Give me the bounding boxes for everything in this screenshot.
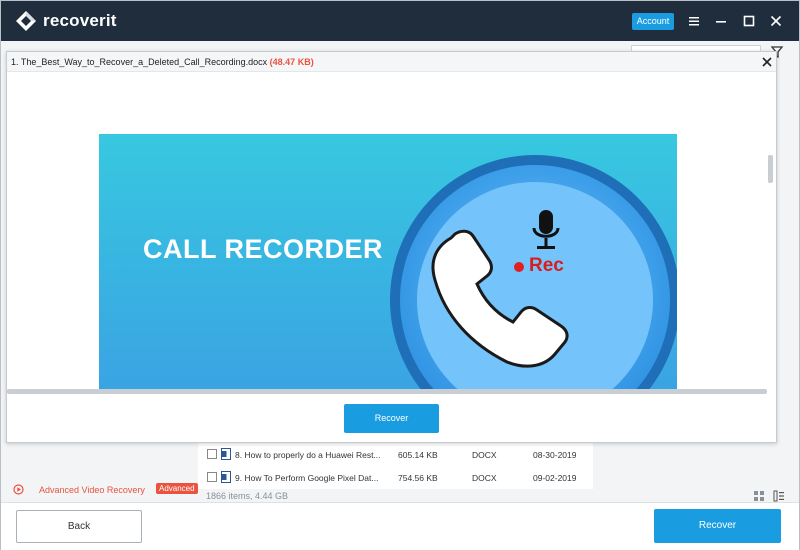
- recover-button[interactable]: Recover: [654, 509, 781, 543]
- back-button[interactable]: Back: [16, 510, 142, 543]
- recoverit-logo-icon: [16, 11, 36, 31]
- file-date: 08-30-2019: [533, 450, 577, 460]
- close-window-icon[interactable]: [767, 12, 785, 30]
- advanced-video-recovery-item[interactable]: Advanced Video Recovery Advanced: [9, 482, 199, 498]
- horizontal-scrollbar[interactable]: [7, 389, 767, 394]
- preview-file-title: 1. The_Best_Way_to_Recover_a_Deleted_Cal…: [11, 57, 314, 67]
- menu-icon[interactable]: [685, 12, 703, 30]
- preview-content[interactable]: CALL RECORDER Rec: [7, 73, 776, 391]
- video-recovery-icon: [13, 484, 24, 495]
- advanced-badge: Advanced: [156, 483, 198, 494]
- preview-file-size: (48.47 KB): [269, 57, 314, 67]
- file-type: DOCX: [472, 473, 497, 483]
- vertical-scrollbar[interactable]: [768, 155, 773, 183]
- preview-recover-button[interactable]: Recover: [344, 404, 439, 433]
- row-checkbox[interactable]: [207, 472, 217, 482]
- call-recorder-image: CALL RECORDER Rec: [99, 134, 677, 391]
- rec-label: Rec: [529, 255, 564, 276]
- docx-file-icon: [221, 471, 231, 483]
- microphone-icon: [532, 210, 560, 249]
- advanced-video-recovery-label: Advanced Video Recovery: [39, 485, 145, 495]
- bottom-bar: Back Recover: [1, 502, 799, 550]
- file-name: 8. How to properly do a Huawei Rest...: [235, 450, 381, 460]
- preview-header: 1. The_Best_Way_to_Recover_a_Deleted_Cal…: [7, 52, 776, 72]
- preview-file-name: 1. The_Best_Way_to_Recover_a_Deleted_Cal…: [11, 57, 268, 67]
- recoverit-window: recoverit Account 8. How to properly do: [0, 0, 800, 550]
- brand-name: recoverit: [43, 11, 117, 30]
- file-list: 8. How to properly do a Huawei Rest... 6…: [198, 443, 593, 489]
- row-checkbox[interactable]: [207, 449, 217, 459]
- items-summary: 1866 items, 4.44 GB: [206, 491, 289, 501]
- file-type: DOCX: [472, 450, 497, 460]
- maximize-icon[interactable]: [740, 12, 758, 30]
- account-button[interactable]: Account: [632, 13, 674, 30]
- table-row[interactable]: 8. How to properly do a Huawei Rest... 6…: [198, 443, 593, 466]
- record-dot-icon: [514, 262, 524, 272]
- file-size: 754.56 KB: [398, 473, 438, 483]
- file-size: 605.14 KB: [398, 450, 438, 460]
- close-preview-icon[interactable]: [762, 57, 772, 67]
- docx-file-icon: [221, 448, 231, 460]
- title-bar: recoverit Account: [1, 1, 799, 41]
- grid-view-icon[interactable]: [753, 490, 765, 502]
- list-view-icon[interactable]: [773, 490, 785, 502]
- minimize-icon[interactable]: [712, 12, 730, 30]
- file-date: 09-02-2019: [533, 473, 577, 483]
- call-recorder-heading: CALL RECORDER: [143, 234, 384, 264]
- file-preview-dialog: 1. The_Best_Way_to_Recover_a_Deleted_Cal…: [6, 51, 777, 443]
- file-name: 9. How To Perform Google Pixel Dat...: [235, 473, 379, 483]
- table-row[interactable]: 9. How To Perform Google Pixel Dat... 75…: [198, 466, 593, 489]
